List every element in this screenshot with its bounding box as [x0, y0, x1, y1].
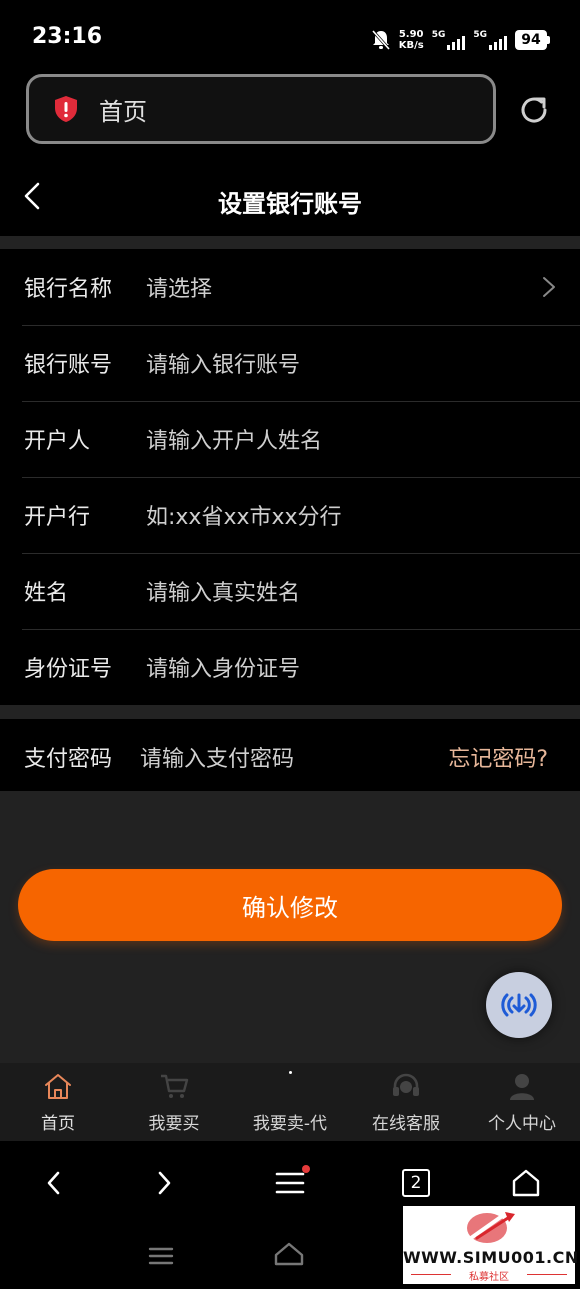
address-text: 首页 [99, 97, 147, 126]
bank-branch-label: 开户行 [24, 505, 91, 530]
signal-2: 5G [473, 30, 507, 50]
real-name-input[interactable]: 请输入真实姓名 [146, 575, 300, 607]
system-home-icon[interactable] [272, 1241, 306, 1267]
network-speed-value: 5.90 [398, 29, 424, 40]
tab-support-label: 在线客服 [372, 1114, 440, 1134]
real-name-row: 姓名 请输入真实姓名 [0, 553, 580, 629]
notification-dot [302, 1165, 310, 1173]
download-icon [501, 993, 537, 1017]
bank-branch-input[interactable]: 如:xx省xx市xx分行 [146, 499, 342, 531]
account-holder-input[interactable]: 请输入开户人姓名 [146, 423, 322, 455]
watermark-text: WWW.SIMU001.CN [403, 1248, 579, 1267]
watermark-subtext: 私募社区 [469, 1272, 509, 1283]
bank-account-label: 银行账号 [24, 353, 113, 378]
status-time: 23:16 [32, 24, 103, 49]
tab-sell-label: 我要卖-代 [252, 1114, 328, 1134]
tab-count: 2 [402, 1169, 430, 1197]
cart-icon [161, 1074, 189, 1098]
tab-home[interactable]: 首页 [0, 1063, 116, 1141]
menu-icon [275, 1172, 305, 1194]
headset-icon [393, 1073, 419, 1096]
tab-support[interactable]: 在线客服 [348, 1063, 464, 1141]
bottom-tab-bar: 首页 我要买 我要卖-代 在线客服 个人中心 [0, 1063, 580, 1141]
confirm-button[interactable]: 确认修改 [18, 869, 562, 941]
chevron-right-icon [543, 277, 555, 297]
security-shield-icon [55, 96, 77, 122]
sell-icon-space [274, 1071, 306, 1101]
chevron-left-icon [47, 1171, 60, 1195]
signal-bars-icon [489, 34, 507, 50]
real-name-label: 姓名 [24, 581, 69, 606]
signal-bars-icon [447, 34, 466, 50]
section-divider [0, 705, 580, 719]
mute-bell-icon [371, 30, 390, 50]
bank-account-row: 银行账号 请输入银行账号 [0, 325, 580, 401]
network-type-1: 5G [431, 30, 446, 40]
page-title: 设置银行账号 [218, 190, 362, 218]
tab-profile-label: 个人中心 [488, 1114, 556, 1134]
signal-1: 5G [432, 30, 466, 50]
address-bar[interactable]: 首页 [26, 74, 496, 144]
payment-password-row: 支付密码 请输入支付密码 忘记密码? [0, 719, 580, 791]
bank-name-select[interactable]: 请选择 [146, 271, 212, 303]
home-icon [45, 1074, 71, 1099]
reload-icon[interactable] [516, 92, 552, 128]
status-bar: 23:16 5.90 KB/s 5G 5G 94 [0, 0, 580, 74]
account-holder-row: 开户人 请输入开户人姓名 [0, 401, 580, 477]
payment-password-label: 支付密码 [24, 747, 113, 772]
home-outline-icon [512, 1169, 540, 1197]
id-number-input[interactable]: 请输入身份证号 [146, 651, 300, 683]
page-header: 设置银行账号 [0, 160, 580, 236]
account-holder-label: 开户人 [24, 429, 91, 454]
battery-icon: 94 [515, 30, 550, 50]
bank-account-form: 银行名称 请选择 银行账号 请输入银行账号 开户人 请输入开户人姓名 开户行 如… [0, 249, 580, 705]
bank-branch-row: 开户行 如:xx省xx市xx分行 [0, 477, 580, 553]
sell-icon [288, 1071, 292, 1074]
id-number-row: 身份证号 请输入身份证号 [0, 629, 580, 705]
tabs-button[interactable]: 2 [396, 1163, 436, 1203]
chevron-right-icon [158, 1171, 171, 1195]
watermark-logo: WWW.SIMU001.CN 私募社区 [403, 1206, 579, 1284]
payment-password-input[interactable]: 请输入支付密码 [140, 741, 294, 773]
tab-buy-label: 我要买 [148, 1114, 200, 1134]
bank-account-input[interactable]: 请输入银行账号 [146, 347, 300, 379]
battery-level: 94 [515, 30, 547, 50]
back-button[interactable] [34, 1163, 74, 1203]
tab-sell[interactable]: 我要卖-代 [232, 1063, 348, 1141]
section-divider [0, 236, 580, 249]
network-speed-unit: KB/s [398, 40, 424, 51]
floating-download-button[interactable] [486, 972, 552, 1038]
menu-button[interactable] [270, 1163, 310, 1203]
network-type-2: 5G [473, 30, 487, 40]
home-button[interactable] [506, 1163, 546, 1203]
bank-name-label: 银行名称 [24, 277, 113, 302]
tab-profile[interactable]: 个人中心 [464, 1063, 580, 1141]
status-icons: 5.90 KB/s 5G 5G 94 [371, 26, 550, 54]
id-number-label: 身份证号 [24, 657, 113, 682]
forward-button[interactable] [144, 1163, 184, 1203]
forgot-password-link[interactable]: 忘记密码? [448, 741, 548, 773]
watermark-logo-icon [467, 1212, 515, 1243]
network-speed: 5.90 KB/s [399, 29, 424, 51]
tab-buy[interactable]: 我要买 [116, 1063, 232, 1141]
user-icon [510, 1074, 534, 1100]
bank-name-row[interactable]: 银行名称 请选择 [0, 249, 580, 325]
recent-apps-icon[interactable] [148, 1245, 174, 1267]
tab-home-label: 首页 [41, 1114, 75, 1134]
